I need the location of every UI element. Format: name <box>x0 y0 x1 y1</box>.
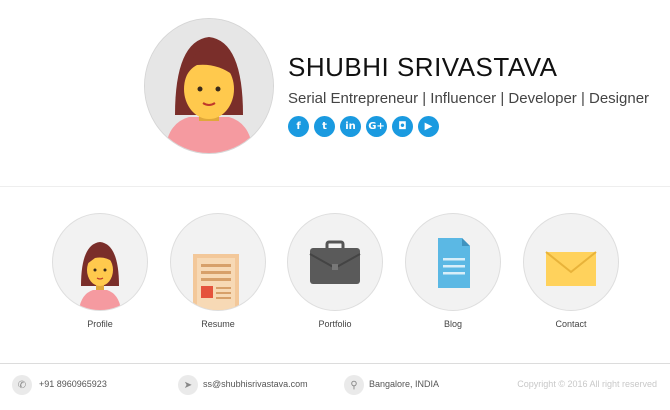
footer-email[interactable]: ss@shubhisrivastava.com <box>203 379 308 389</box>
linkedin-icon[interactable]: in <box>340 116 361 137</box>
nav-circle[interactable] <box>287 213 383 311</box>
nav-circle[interactable] <box>52 213 148 311</box>
nav-item-resume[interactable]: Resume <box>170 213 266 329</box>
youtube-icon[interactable]: ▶ <box>418 116 439 137</box>
nav-label: Profile <box>87 319 113 329</box>
footer-phone[interactable]: +91 8960965923 <box>39 379 107 389</box>
nav-label: Portfolio <box>318 319 352 329</box>
footer-location: Bangalore, INDIA <box>369 379 440 389</box>
footer: ✆ +91 8960965923 ➤ ss@shubhisrivastava.c… <box>0 363 670 410</box>
twitter-icon[interactable]: t <box>314 116 335 137</box>
briefcase-icon <box>309 240 361 284</box>
nav-circle[interactable] <box>523 213 619 311</box>
profile-tagline: Serial Entrepreneur | Influencer | Devel… <box>288 90 650 107</box>
profile-name: SHUBHI SRIVASTAVA <box>288 52 558 82</box>
envelope-icon <box>545 251 597 286</box>
main-navigation: Profile Resume Portfolio Blog Contact <box>0 213 670 343</box>
nav-item-blog[interactable]: Blog <box>405 213 501 329</box>
social-links: f t in G+ ◘ ▶ <box>288 116 439 137</box>
nav-item-contact[interactable]: Contact <box>523 213 619 329</box>
nav-circle[interactable] <box>170 213 266 311</box>
phone-icon: ✆ <box>12 375 32 395</box>
section-divider <box>0 186 670 187</box>
profile-avatar <box>144 18 274 154</box>
nav-item-profile[interactable]: Profile <box>52 213 148 329</box>
send-icon: ➤ <box>178 375 198 395</box>
profile-header: SHUBHI SRIVASTAVA Serial Entrepreneur | … <box>0 0 670 186</box>
nav-circle[interactable] <box>405 213 501 311</box>
file-icon <box>438 238 470 288</box>
location-icon: ⚲ <box>344 375 364 395</box>
nav-item-portfolio[interactable]: Portfolio <box>287 213 383 329</box>
document-icon <box>193 254 239 310</box>
nav-label: Blog <box>443 319 462 329</box>
person-icon <box>145 19 273 153</box>
footer-copyright: Copyright © 2016 All right reserved <box>517 379 657 389</box>
facebook-icon[interactable]: f <box>288 116 309 137</box>
nav-label: Contact <box>555 319 587 329</box>
instagram-icon[interactable]: ◘ <box>392 116 413 137</box>
nav-label: Resume <box>201 319 235 329</box>
google-plus-icon[interactable]: G+ <box>366 116 387 137</box>
person-icon <box>79 242 121 310</box>
